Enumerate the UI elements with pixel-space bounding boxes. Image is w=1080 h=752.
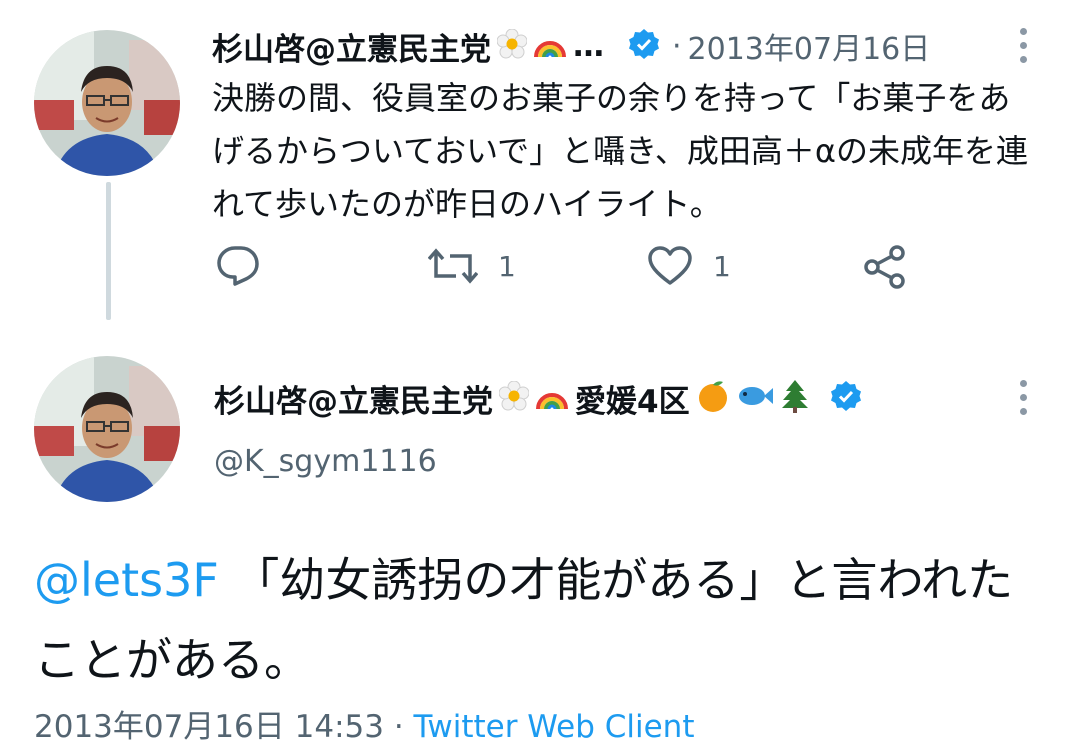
like-icon — [648, 246, 692, 285]
like-button[interactable]: 1 — [647, 246, 731, 286]
main-tweet-header: 杉山啓@立憲民主党 愛媛4区 — [214, 376, 862, 420]
avatar[interactable] — [34, 356, 180, 502]
rainbow-emoji-icon — [533, 29, 567, 63]
avatar[interactable] — [34, 30, 180, 176]
retweet-button[interactable]: 1 — [428, 246, 516, 286]
name-truncation: … — [573, 28, 604, 64]
like-count: 1 — [713, 249, 731, 283]
reply-tweet-header: 杉山啓@立憲民主党 … · 2013年07月16日 — [212, 24, 930, 68]
reply-button[interactable] — [216, 244, 260, 286]
author-name[interactable]: 杉山啓@立憲民主党 — [214, 376, 493, 421]
avatar-photo — [34, 356, 180, 502]
tweet-timestamp[interactable]: 2013年07月16日 14:53 — [34, 709, 384, 745]
flower-emoji-icon — [498, 380, 530, 415]
reply-icon — [217, 246, 259, 286]
verified-badge-icon — [830, 380, 862, 416]
main-tweet-text: @lets3F 「幼女誘拐の才能がある」と言われたことがある。 — [34, 540, 1044, 700]
tweet-date[interactable]: 2013年07月16日 — [688, 24, 931, 68]
verified-badge-icon — [628, 28, 660, 64]
reply-tweet-text: 決勝の間、役員室のお菓子の余りを持って「お菓子をあげるからついておいで」と囁き、… — [212, 79, 1028, 223]
more-options-button[interactable] — [1020, 380, 1027, 415]
tangerine-emoji-icon — [696, 379, 730, 417]
rainbow-emoji-icon — [535, 381, 569, 415]
author-handle[interactable]: @K_sgym1116 — [214, 444, 437, 479]
tweet-meta: 2013年07月16日 14:53 · Twitter Web Client — [34, 701, 694, 746]
share-button[interactable] — [862, 244, 908, 290]
more-options-button[interactable] — [1020, 28, 1027, 63]
fish-emoji-icon — [736, 381, 774, 415]
avatar-photo — [34, 30, 180, 176]
meta-separator: · — [383, 709, 414, 745]
flower-emoji-icon — [496, 28, 528, 63]
tree-emoji-icon — [780, 379, 810, 417]
thread-line — [106, 182, 111, 320]
header-dot: · — [672, 28, 682, 64]
share-icon — [864, 245, 905, 289]
mention-link[interactable]: @lets3F — [34, 553, 219, 607]
retweet-count: 1 — [498, 249, 516, 283]
source-client-link[interactable]: Twitter Web Client — [414, 709, 695, 745]
author-name[interactable]: 杉山啓@立憲民主党 — [212, 24, 491, 69]
author-tag: 愛媛4区 — [575, 383, 690, 420]
retweet-icon — [428, 248, 478, 284]
